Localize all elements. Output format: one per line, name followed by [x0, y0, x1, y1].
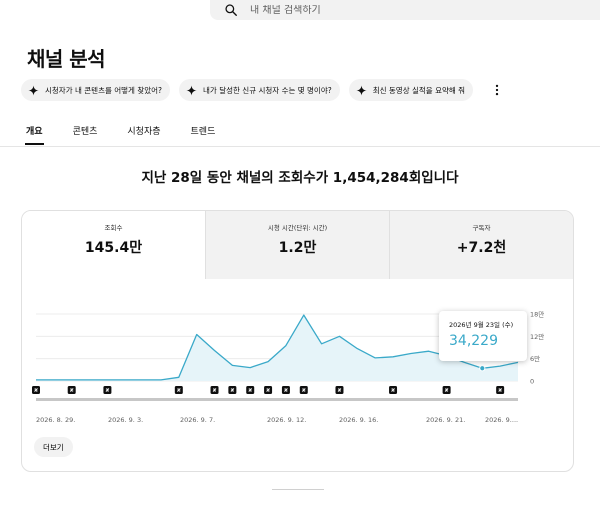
tooltip-value: 34,229	[449, 333, 498, 349]
metric-value: 1.2만	[278, 240, 317, 256]
search-bar[interactable]	[210, 0, 600, 20]
x-tick-label: 2026. 9. 7.	[180, 416, 215, 424]
highlight-point	[479, 365, 486, 372]
video-marker-icon[interactable]	[281, 386, 290, 394]
see-more-button[interactable]: 더보기	[34, 437, 73, 457]
bottom-divider	[272, 489, 324, 490]
summary-headline: 지난 28일 동안 채널의 조회수가 1,454,284회입니다	[141, 170, 459, 186]
analytics-tabs: 개요 콘텐츠 시청자층 트렌드	[25, 124, 245, 145]
x-tick-label: 2026. 9. 16.	[339, 416, 378, 424]
video-marker-icon[interactable]	[246, 386, 255, 394]
page-title: 채널 분석	[27, 47, 106, 71]
metric-tab-watch-time[interactable]: 시청 시간(단위: 시간) 1.2만	[205, 211, 389, 279]
x-tick-label: 2026. 9. 21.	[426, 416, 465, 424]
metric-label: 조회수	[104, 224, 123, 232]
video-marker-icon[interactable]	[496, 386, 505, 394]
chip-label: 내가 달성한 신규 시청자 수는 몇 명이야?	[203, 85, 332, 95]
tooltip-date: 2026년 9월 23일 (수)	[449, 321, 514, 329]
tab-audience[interactable]: 시청자층	[127, 124, 160, 145]
y-tick-label: 0	[530, 378, 534, 386]
tab-content[interactable]: 콘텐츠	[73, 124, 98, 145]
x-tick-label: 2026. 9....	[485, 416, 518, 424]
x-tick-label: 2026. 9. 3.	[108, 416, 143, 424]
y-tick-label: 12만	[530, 332, 544, 341]
video-marker-icon[interactable]	[210, 386, 219, 394]
y-tick-label: 18만	[530, 310, 544, 319]
chart-tooltip: 2026년 9월 23일 (수) 34,229	[439, 311, 527, 361]
video-timeline-bar	[36, 398, 518, 401]
suggestion-chip-summary[interactable]: 최신 동영상 실적을 요약해 줘	[348, 79, 474, 101]
search-icon	[225, 4, 237, 16]
tab-trends[interactable]: 트렌드	[191, 124, 216, 145]
metric-label: 시청 시간(단위: 시간)	[267, 224, 328, 232]
suggestion-chip-new-viewers[interactable]: 내가 달성한 신규 시청자 수는 몇 명이야?	[179, 79, 340, 101]
chip-label: 시청자가 내 콘텐츠를 어떻게 찾았어?	[45, 85, 163, 95]
video-marker-icon[interactable]	[228, 386, 237, 394]
tab-overview[interactable]: 개요	[25, 124, 44, 145]
video-marker-icon[interactable]	[264, 386, 273, 394]
ai-suggestion-chips: 시청자가 내 콘텐츠를 어떻게 찾았어? 내가 달성한 신규 시청자 수는 몇 …	[21, 79, 504, 101]
video-marker-icon[interactable]	[389, 386, 398, 394]
y-tick-label: 6만	[530, 354, 540, 363]
tabs-divider	[0, 146, 600, 147]
sparkle-icon	[356, 84, 367, 96]
x-tick-label: 2026. 9. 12.	[267, 416, 306, 424]
metrics-card: 조회수 145.4만 시청 시간(단위: 시간) 1.2만 구독자 +7.2천 …	[21, 210, 574, 472]
video-marker-icon[interactable]	[32, 386, 40, 394]
video-marker-icon[interactable]	[335, 386, 344, 394]
video-marker-icon[interactable]	[442, 386, 451, 394]
metric-tabs: 조회수 145.4만 시청 시간(단위: 시간) 1.2만 구독자 +7.2천	[22, 211, 573, 279]
video-marker-icon[interactable]	[103, 386, 112, 394]
metric-value: +7.2천	[456, 240, 507, 256]
x-tick-label: 2026. 8. 29.	[36, 416, 75, 424]
chip-label: 최신 동영상 실적을 요약해 줘	[372, 85, 466, 95]
metric-value: 145.4만	[84, 240, 143, 256]
sparkle-icon	[28, 84, 39, 96]
video-marker-icon[interactable]	[67, 386, 76, 394]
metric-tab-views[interactable]: 조회수 145.4만	[22, 211, 205, 279]
video-marker-icon[interactable]	[174, 386, 183, 394]
video-marker-icon[interactable]	[299, 386, 308, 394]
search-input[interactable]	[250, 4, 550, 16]
metric-label: 구독자	[472, 224, 491, 232]
suggestion-chip-discovery[interactable]: 시청자가 내 콘텐츠를 어떻게 찾았어?	[21, 79, 171, 101]
metric-tab-subscribers[interactable]: 구독자 +7.2천	[389, 211, 573, 279]
more-vert-icon[interactable]	[490, 83, 504, 97]
sparkle-icon	[186, 84, 197, 96]
